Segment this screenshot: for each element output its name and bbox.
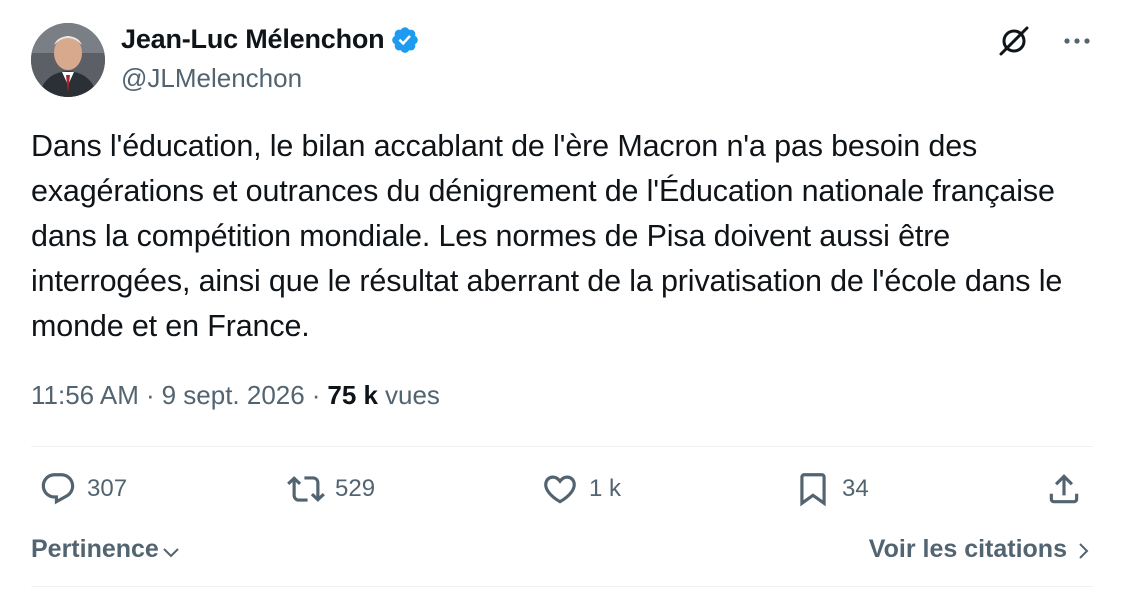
- grok-icon[interactable]: [997, 24, 1031, 63]
- action-bar: 307 529 1 k 34: [31, 470, 1093, 516]
- meta-separator: ·: [145, 380, 155, 410]
- like-icon: [544, 475, 576, 504]
- author-name[interactable]: Jean-Luc Mélenchon: [121, 24, 385, 55]
- meta-separator: ·: [311, 380, 321, 410]
- more-icon[interactable]: [1061, 25, 1093, 62]
- view-quotes-label: Voir les citations: [868, 535, 1067, 563]
- chevron-down-icon: [163, 547, 179, 557]
- bookmark-button[interactable]: 34: [794, 470, 869, 508]
- like-count: 1 k: [589, 475, 622, 502]
- tweet-text: Dans l'éducation, le bilan accablant de …: [31, 129, 1071, 343]
- bookmark-count: 34: [842, 475, 869, 502]
- author-handle[interactable]: @JLMelenchon: [121, 63, 302, 94]
- tweet-time[interactable]: 11:56 AM: [31, 380, 139, 411]
- divider: [31, 586, 1093, 587]
- views-label: vues: [385, 380, 440, 410]
- tweet-meta: 11:56 AM · 9 sept. 2026 · 75 k vues: [31, 380, 440, 411]
- share-icon: [1049, 474, 1079, 504]
- repost-count: 529: [335, 475, 376, 502]
- reply-count: 307: [87, 475, 128, 502]
- share-button[interactable]: [1045, 470, 1093, 508]
- bookmark-icon: [800, 473, 826, 507]
- verified-badge-icon[interactable]: [390, 25, 420, 55]
- divider: [31, 446, 1093, 447]
- sort-dropdown[interactable]: Pertinence: [31, 535, 181, 564]
- repost-icon: [287, 476, 325, 502]
- avatar-image: [31, 23, 105, 97]
- chevron-right-icon: [1079, 543, 1089, 559]
- tweet-top-actions: [997, 24, 1093, 63]
- author-name-row: Jean-Luc Mélenchon: [121, 24, 420, 55]
- repost-button[interactable]: 529: [287, 470, 375, 508]
- replies-footer: Pertinence Voir les citations: [31, 535, 1093, 564]
- avatar[interactable]: [31, 23, 105, 97]
- reply-button[interactable]: 307: [39, 470, 127, 508]
- tweet-date[interactable]: 9 sept. 2026: [162, 380, 305, 411]
- sort-label: Pertinence: [31, 535, 159, 563]
- views-count[interactable]: 75 k: [327, 380, 378, 411]
- reply-icon: [41, 473, 75, 505]
- like-button[interactable]: 1 k: [541, 470, 621, 508]
- view-quotes-link[interactable]: Voir les citations: [869, 535, 1093, 564]
